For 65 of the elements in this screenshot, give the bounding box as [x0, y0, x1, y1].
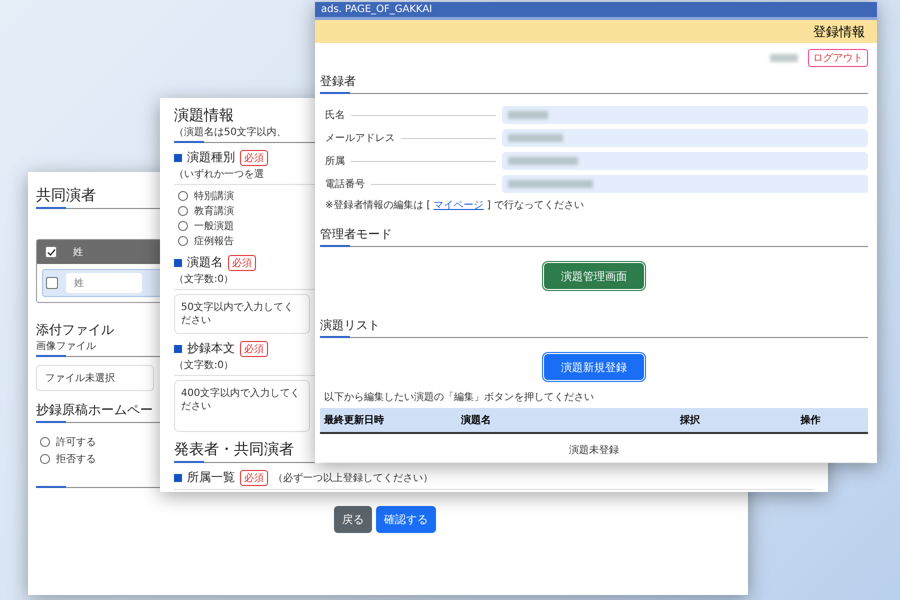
section-note: 画像ファイル	[36, 340, 96, 353]
column-header: 演題名	[460, 414, 492, 428]
square-icon	[174, 344, 182, 352]
field-label: 所属	[325, 154, 345, 168]
logout-button[interactable]: ログアウト	[808, 49, 868, 67]
square-icon	[174, 154, 182, 162]
input-field[interactable]: 姓	[66, 273, 142, 293]
section-title: 登録者	[320, 73, 356, 90]
empty-message: 演題未登録	[569, 445, 619, 456]
mypage-link[interactable]: マイページ	[434, 200, 484, 211]
radio-button[interactable]	[178, 221, 188, 231]
radio-button[interactable]	[178, 236, 188, 246]
topic-admin-button[interactable]: 演題管理画面	[544, 263, 644, 289]
field-label: 所属一覧	[187, 469, 235, 486]
file-field[interactable]: ファイル未選択	[36, 365, 154, 391]
radio-label: 症例報告	[194, 234, 234, 248]
column-header: 操作	[799, 414, 822, 428]
radio-button[interactable]	[40, 454, 50, 464]
radio-label: 拒否する	[56, 452, 96, 466]
field-label: 電話番号	[325, 178, 365, 191]
new-topic-button[interactable]: 演題新規登録	[544, 354, 644, 380]
field-label: 演題種別	[187, 149, 235, 166]
page-title: 登録情報	[813, 24, 865, 41]
square-icon	[174, 258, 182, 266]
column-header: 採択	[678, 414, 702, 428]
radio-label: 教育講演	[194, 204, 234, 218]
radio-label: 特別講演	[194, 190, 234, 203]
radio-button[interactable]	[40, 437, 50, 447]
field-label: 抄録本文	[187, 340, 235, 357]
field-label: 氏名	[325, 108, 345, 122]
field-note: （いずれか一つを選	[174, 168, 264, 181]
radio-label: 一般演題	[194, 220, 234, 233]
field-note: （文字数:0）	[174, 272, 234, 286]
section-title: 管理者モード	[320, 226, 392, 243]
section-title: 添付ファイル 画像ファイル	[36, 322, 115, 353]
section-note: （演題名は50文字以内、	[174, 126, 287, 139]
column-header: 姓	[73, 246, 83, 259]
blurred-username	[770, 54, 798, 62]
required-badge: 必須	[240, 340, 268, 356]
field-note: （必ず一つ以上登録してください）	[273, 472, 433, 484]
edit-note: ※登録者情報の編集は [ マイページ ] で行なってください	[325, 198, 584, 212]
window-title: ads. PAGE_OF_GAKKAI	[321, 4, 432, 16]
radio-button[interactable]	[178, 191, 188, 201]
section-title: 共同演者	[36, 186, 96, 205]
square-icon	[174, 474, 182, 482]
required-badge: 必須	[240, 470, 268, 486]
field-label: 演題名	[187, 254, 223, 271]
section-title: 発表者・共同演者	[174, 440, 294, 459]
checkbox[interactable]	[46, 277, 58, 289]
input-field[interactable]: 50文字以内で入力してください	[174, 294, 310, 334]
required-badge: 必須	[240, 150, 268, 166]
list-note: 以下から編集したい演題の「編集」ボタンを押してください	[323, 390, 594, 404]
radio-button[interactable]	[178, 206, 188, 216]
section-title: 抄録原稿ホームペー	[36, 402, 153, 419]
radio-label: 許可する	[56, 436, 96, 449]
section-title: 演題情報 （演題名は50文字以内、	[174, 106, 288, 139]
checkbox[interactable]	[45, 246, 57, 258]
section-title: 演題リスト	[320, 317, 380, 334]
field-note: （文字数:0）	[174, 358, 234, 372]
required-badge: 必須	[228, 254, 256, 270]
text-area[interactable]: 400文字以内で入力してください	[174, 380, 310, 432]
column-header: 最終更新日時	[323, 413, 385, 428]
field-label: メールアドレス	[325, 132, 395, 145]
confirm-button[interactable]: 確認する	[376, 506, 436, 533]
back-button[interactable]: 戻る	[334, 506, 372, 533]
